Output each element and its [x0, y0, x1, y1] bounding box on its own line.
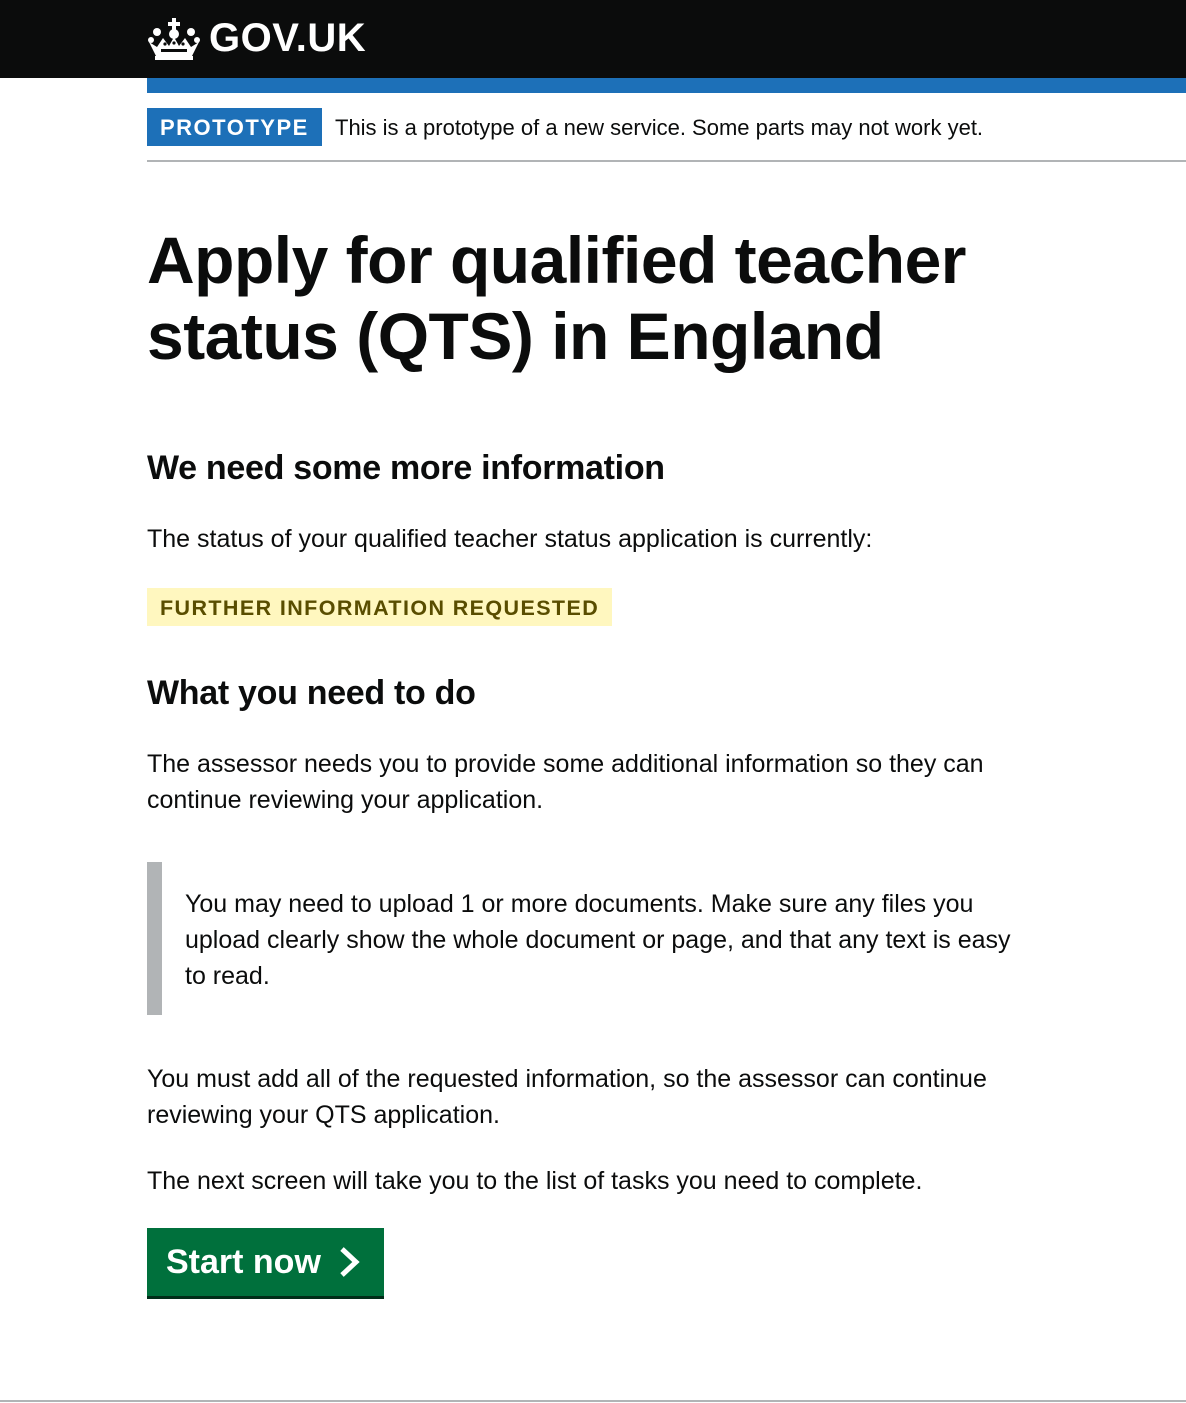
phase-banner-text: This is a prototype of a new service. So…	[335, 115, 984, 140]
site-header: GOV.UK	[0, 0, 1186, 78]
govuk-logo-text: GOV.UK	[209, 16, 367, 60]
start-now-button[interactable]: Start now	[147, 1228, 384, 1296]
must-add-text: You must add all of the requested inform…	[147, 1065, 987, 1129]
header-accent-bar	[147, 78, 1186, 93]
phase-tag: PROTOTYPE	[147, 108, 322, 146]
status-badge: FURTHER INFORMATION REQUESTED	[147, 588, 613, 626]
heading-what-you-need-to-do: What you need to do	[147, 674, 476, 712]
chevron-right-icon	[339, 1247, 361, 1277]
phase-banner: PROTOTYPE This is a prototype of a new s…	[147, 108, 1186, 162]
start-now-label: Start now	[166, 1243, 321, 1281]
footer-divider	[0, 1400, 1186, 1402]
crown-icon	[147, 16, 201, 60]
inset-text-box: You may need to upload 1 or more documen…	[147, 862, 1047, 1015]
next-screen-text: The next screen will take you to the lis…	[147, 1167, 923, 1195]
heading-more-information: We need some more information	[147, 449, 665, 487]
page-title: Apply for qualified teacher status (QTS)…	[147, 223, 966, 373]
inset-text: You may need to upload 1 or more documen…	[185, 890, 1011, 990]
status-intro-text: The status of your qualified teacher sta…	[147, 525, 873, 553]
govuk-logo-link[interactable]: GOV.UK	[147, 14, 366, 62]
assessor-text: The assessor needs you to provide some a…	[147, 750, 984, 814]
